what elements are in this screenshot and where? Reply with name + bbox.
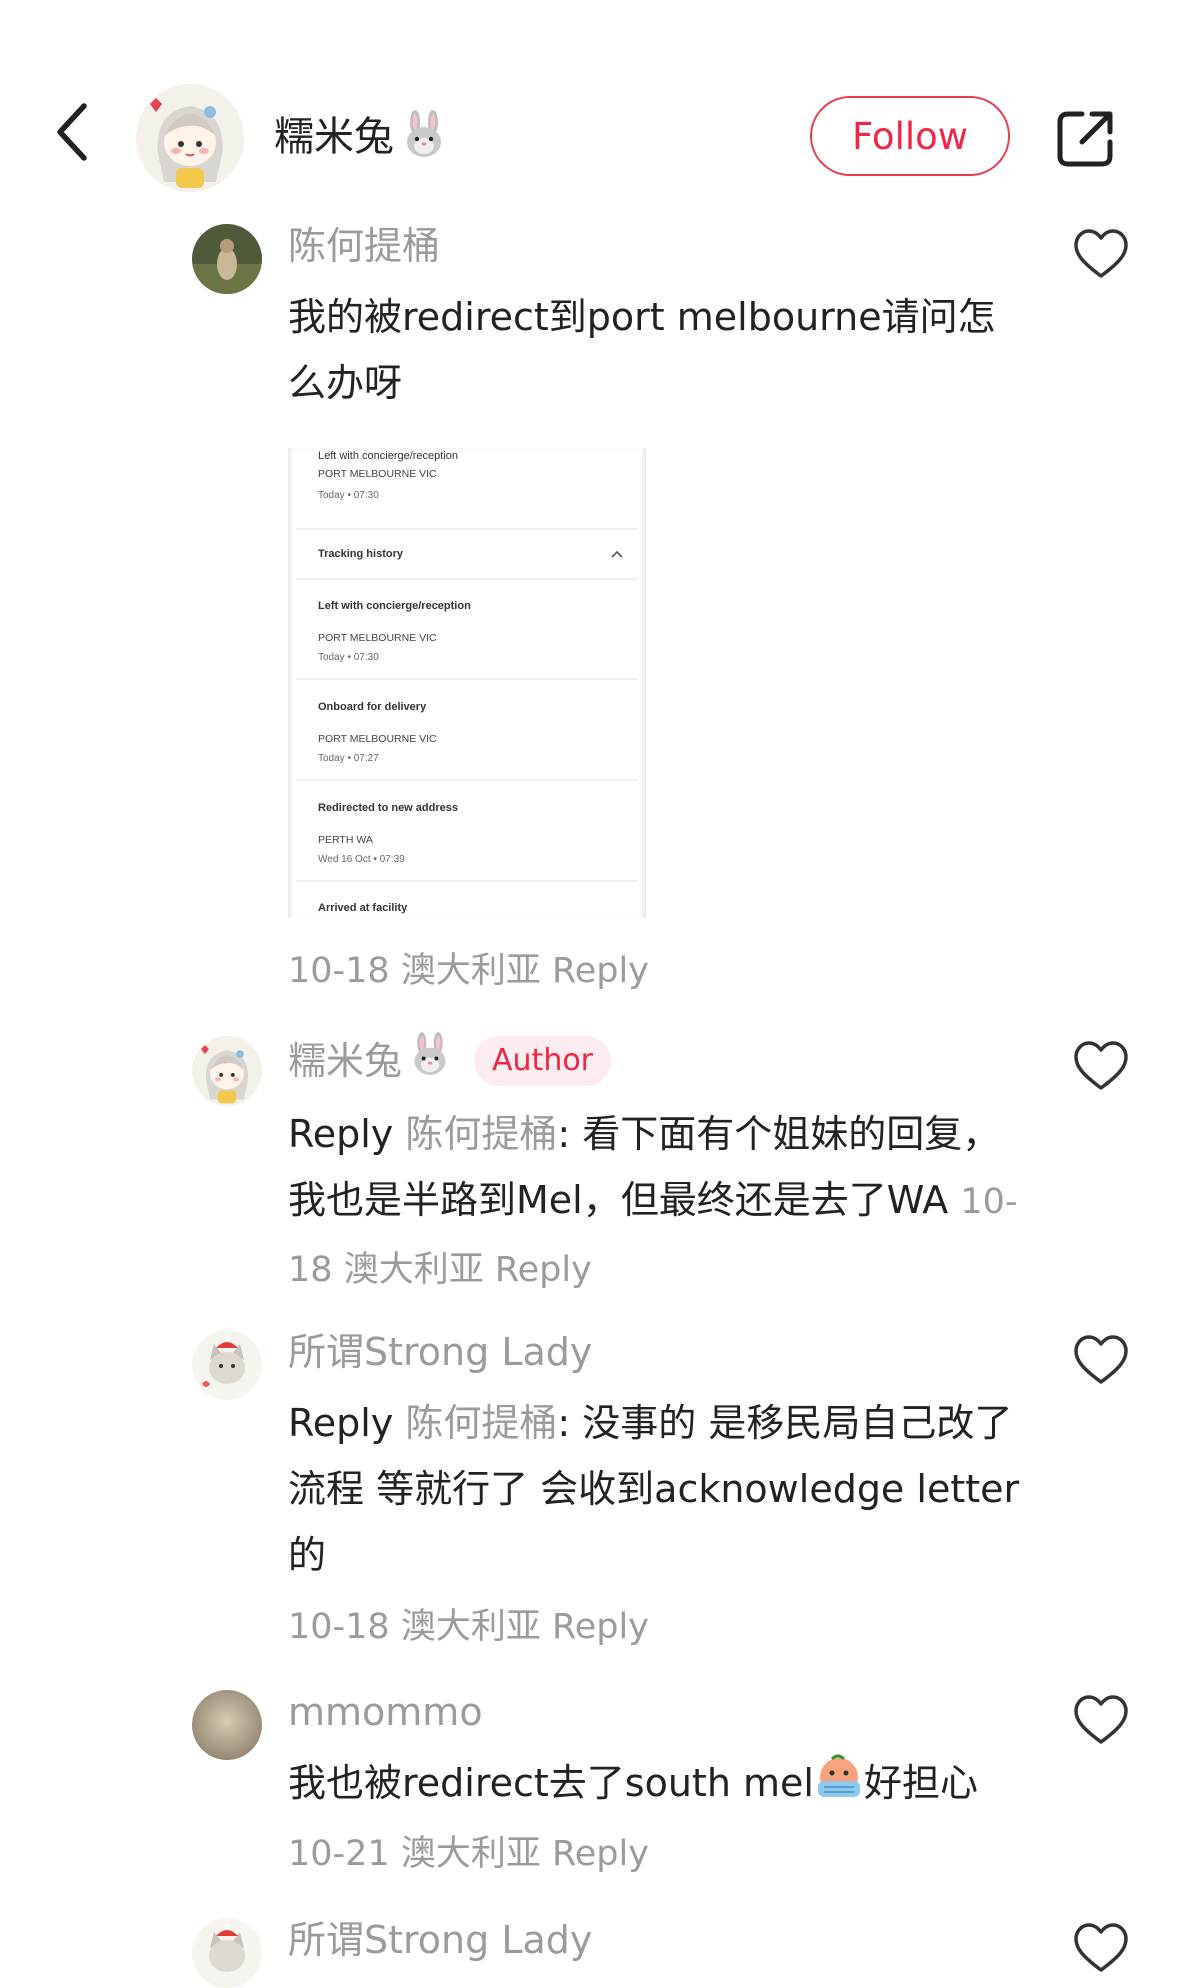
tracking-history-title: Tracking history [318, 548, 403, 560]
reply-button[interactable]: Reply [552, 1834, 649, 1874]
event-time: Wed 16 Oct • 07:39 [318, 854, 405, 865]
chevron-up-icon [611, 550, 623, 558]
tracking-event: Left with concierge/reception PORT MELBO… [318, 600, 638, 663]
event-location: PORT MELBOURNE VIC [318, 632, 437, 644]
comment-date: 10-21 [288, 1833, 390, 1874]
tracking-event: Arrived at facility [318, 902, 638, 914]
comment-location: 澳大利亚 [400, 951, 541, 991]
reply-prefix: Reply [288, 1112, 394, 1156]
top-status: Left with concierge/reception [318, 450, 459, 462]
share-button[interactable] [1054, 106, 1118, 170]
comment-meta: 10-18 澳大利亚 Reply [288, 942, 649, 993]
mention-username[interactable]: 陈何提桶 [405, 1401, 557, 1445]
dog-photo-avatar [192, 224, 262, 294]
comment-location: 澳大利亚 [343, 1250, 484, 1290]
chevron-left-icon [57, 103, 87, 161]
top-time: Today • 07:30 [318, 490, 379, 501]
comment-text: Reply 陈何提桶: 没事的 是移民局自己改了流程 等就行了 会收到ackno… [288, 1390, 1028, 1588]
like-button[interactable] [1072, 226, 1130, 284]
commenter-avatar[interactable] [192, 224, 262, 294]
share-out-icon [1057, 111, 1113, 167]
like-button[interactable] [1072, 1332, 1130, 1390]
reply-button[interactable]: Reply [552, 1607, 649, 1647]
comment-body: : 看下面有个姐妹的回复，我也是半路到Mel，但最终还是去了WA [288, 1112, 1001, 1222]
top-bar: 糯米兔 Follow [0, 0, 1178, 200]
attached-image[interactable]: Left with concierge/reception PORT MELBO… [288, 448, 646, 918]
commenter-avatar[interactable] [192, 1036, 262, 1106]
comment-body: 我也被redirect去了south mel [288, 1761, 814, 1805]
cat-avatar-illustration [192, 1918, 262, 1988]
reply-button[interactable]: Reply [552, 951, 649, 991]
comment-location: 澳大利亚 [400, 1833, 541, 1874]
comment-meta: 10-18 澳大利亚 Reply [288, 1598, 1028, 1649]
comment-meta: 10-21 澳大利亚 Reply [288, 1834, 649, 1874]
reply-button[interactable]: Reply [495, 1250, 592, 1290]
mention-username[interactable]: 陈何提桶 [405, 1112, 557, 1156]
divider [296, 578, 638, 580]
commenter-username[interactable]: 陈何提桶 [288, 220, 1028, 272]
girl-avatar-illustration [136, 84, 244, 192]
comment-date: 10-18 [288, 1607, 390, 1647]
rabbit-emoji-icon [410, 1032, 450, 1089]
commenter-username[interactable]: mmommo [288, 1686, 1028, 1738]
comment-location: 澳大利亚 [400, 1607, 541, 1647]
heart-icon [1074, 1923, 1128, 1972]
divider [296, 678, 638, 680]
tracking-event: Onboard for delivery PORT MELBOURNE VIC … [318, 701, 638, 764]
event-location: PERTH WA [318, 834, 373, 846]
commenter-username[interactable]: 糯米兔 [288, 1035, 402, 1087]
commenter-username[interactable]: 所谓Strong Lady [288, 1326, 1028, 1378]
divider [296, 880, 638, 882]
commenter-avatar[interactable] [192, 1918, 262, 1988]
author-name[interactable]: 糯米兔 [274, 104, 446, 168]
like-button[interactable] [1072, 1692, 1130, 1750]
back-button[interactable] [52, 100, 102, 180]
author-avatar[interactable] [136, 84, 244, 192]
comment-date: 10-18 [288, 951, 390, 991]
commenter-username-row: 糯米兔 Author [288, 1032, 1028, 1089]
comment-body-tail: 好担心 [863, 1761, 978, 1805]
cat-avatar-illustration [192, 1330, 262, 1400]
event-status: Arrived at facility [318, 902, 408, 914]
heart-icon [1074, 229, 1128, 278]
heart-icon [1074, 1335, 1128, 1384]
commenter-avatar[interactable] [192, 1330, 262, 1400]
event-location: PORT MELBOURNE VIC [318, 733, 437, 745]
heart-icon [1074, 1695, 1128, 1744]
event-status: Redirected to new address [318, 802, 458, 814]
tracking-event: Redirected to new address PERTH WA Wed 1… [318, 802, 638, 865]
grimacing-face-emoji-icon [814, 1753, 864, 1819]
comment-text: 我的被redirect到port melbourne请问怎么办呀 [288, 295, 996, 405]
blurred-photo-avatar [192, 1690, 262, 1760]
follow-button[interactable]: Follow [810, 96, 1010, 176]
author-username: 糯米兔 [274, 114, 394, 160]
event-time: Today • 07:27 [318, 753, 379, 764]
rabbit-emoji-icon [402, 110, 446, 168]
event-status: Left with concierge/reception [318, 600, 471, 612]
event-time: Today • 07:30 [318, 652, 379, 663]
like-button[interactable] [1072, 1038, 1130, 1096]
event-status: Onboard for delivery [318, 701, 427, 713]
top-location: PORT MELBOURNE VIC [318, 468, 437, 480]
commenter-username[interactable]: 所谓Strong Lady [288, 1914, 1028, 1966]
reply-prefix: Reply [288, 1401, 394, 1445]
comment-text: Reply 陈何提桶: 看下面有个姐妹的回复，我也是半路到Mel，但最终还是去了… [288, 1101, 1028, 1303]
heart-icon [1074, 1041, 1128, 1090]
divider [296, 779, 638, 781]
girl-avatar-illustration [192, 1036, 262, 1106]
like-button[interactable] [1072, 1920, 1130, 1978]
commenter-avatar[interactable] [192, 1690, 262, 1760]
comment-body: : 没事的 是移民局自己改了流程 等就行了 会收到acknowledge let… [288, 1401, 1020, 1577]
divider [296, 528, 638, 530]
author-badge: Author [474, 1035, 612, 1086]
comment-text: 我也被redirect去了south mel 好担心 10-21 澳大利亚 Re… [288, 1750, 1028, 1887]
